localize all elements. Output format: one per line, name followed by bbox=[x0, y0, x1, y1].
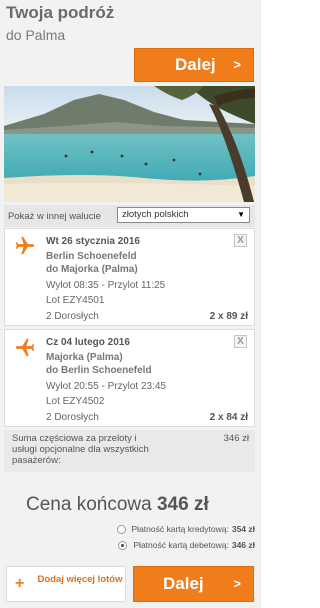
flight-card-outbound: Wt 26 stycznia 2016 Berlin Schoenefeld d… bbox=[4, 228, 255, 326]
subtotal-box: Suma częściowa za przeloty i usługi opcj… bbox=[4, 430, 255, 472]
page-title: Twoja podróż bbox=[6, 3, 115, 22]
next-button-bottom[interactable]: Dalej > bbox=[133, 566, 254, 602]
dropdown-arrow-icon: ▼ bbox=[237, 210, 245, 219]
destination-photo bbox=[4, 86, 255, 202]
flight-date: Wt 26 stycznia 2016 bbox=[46, 236, 140, 247]
remove-flight-button[interactable]: X bbox=[234, 335, 247, 348]
next-button-label: Dalej bbox=[175, 55, 216, 74]
payment-option-label: Płatność kartą kredytową: bbox=[131, 524, 229, 534]
flight-number: Lot EZY4502 bbox=[46, 396, 105, 407]
flight-price: 2 x 89 zł bbox=[209, 311, 248, 322]
chevron-right-icon: > bbox=[233, 576, 241, 592]
remove-flight-button[interactable]: X bbox=[234, 234, 247, 247]
payment-option-debit[interactable]: Płatność kartą debetową: 346 zł bbox=[118, 540, 255, 550]
subtotal-label: Suma częściowa za przeloty i usługi opcj… bbox=[12, 433, 149, 466]
trip-summary-panel: Twoja podróż do Palma Dalej > Pokaż w in… bbox=[0, 0, 261, 608]
final-price-label: Cena końcowa bbox=[26, 494, 152, 515]
next-button-top[interactable]: Dalej > bbox=[134, 48, 254, 82]
radio-button[interactable] bbox=[116, 524, 126, 534]
flight-card-return: Cz 04 lutego 2016 Majorka (Palma) do Ber… bbox=[4, 329, 255, 427]
plus-icon: + bbox=[15, 575, 25, 592]
add-more-flights-button[interactable]: + Dodaj więcej lotów bbox=[6, 566, 126, 602]
payment-option-credit[interactable]: Płatność kartą kredytową: 354 zł bbox=[116, 524, 255, 534]
airplane-icon bbox=[15, 236, 35, 255]
chevron-right-icon: > bbox=[233, 57, 241, 73]
add-more-flights-label: Dodaj więcej lotów bbox=[37, 574, 123, 585]
flight-number: Lot EZY4501 bbox=[46, 295, 105, 306]
flight-origin: Majorka (Palma) bbox=[46, 352, 123, 363]
flight-times: Wylot 08:35 - Przylot 11:25 bbox=[46, 280, 166, 291]
flight-passengers: 2 Dorosłych bbox=[46, 412, 99, 423]
flight-date: Cz 04 lutego 2016 bbox=[46, 337, 130, 348]
payment-option-label: Płatność kartą debetową: bbox=[133, 540, 229, 550]
radio-button-selected[interactable] bbox=[118, 540, 128, 550]
currency-row: Pokaż w innej walucie złotych polskich ▼ bbox=[4, 205, 255, 227]
payment-option-amount: 354 zł bbox=[231, 524, 255, 534]
destination-subtitle: do Palma bbox=[6, 27, 66, 43]
flight-destination: do Majorka (Palma) bbox=[46, 264, 138, 275]
flight-price: 2 x 84 zł bbox=[209, 412, 248, 423]
payment-option-amount: 346 zł bbox=[231, 540, 255, 550]
next-button-label: Dalej bbox=[163, 574, 204, 593]
subtotal-value: 346 zł bbox=[223, 433, 249, 444]
airplane-icon bbox=[15, 338, 35, 357]
flight-times: Wylot 20:55 - Przylot 23:45 bbox=[46, 381, 166, 392]
currency-selected-value: złotych polskich bbox=[122, 209, 189, 220]
flight-destination: do Berlin Schoenefeld bbox=[46, 365, 152, 376]
currency-select[interactable]: złotych polskich ▼ bbox=[117, 207, 250, 223]
final-price: Cena końcowa 346 zł bbox=[26, 494, 209, 516]
flight-passengers: 2 Dorosłych bbox=[46, 311, 99, 322]
currency-label: Pokaż w innej walucie bbox=[8, 210, 101, 222]
final-price-amount: 346 zł bbox=[156, 494, 209, 515]
flight-origin: Berlin Schoenefeld bbox=[46, 251, 137, 262]
